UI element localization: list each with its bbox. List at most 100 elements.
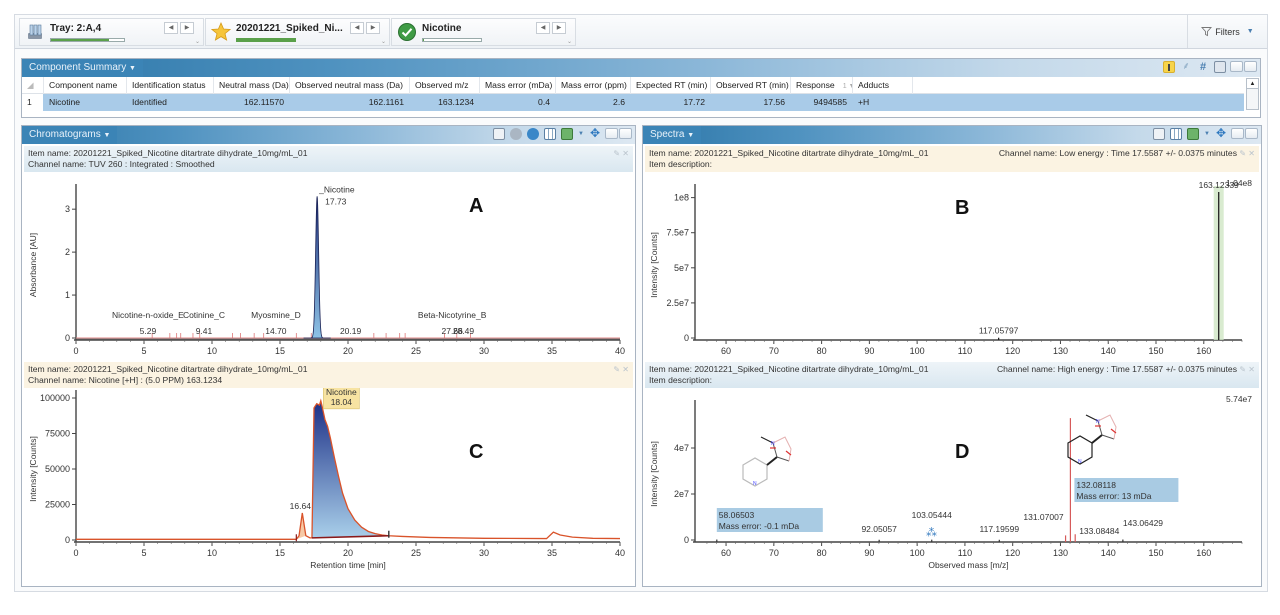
dropdown-caret-icon[interactable]: ⌄ xyxy=(195,38,200,45)
move-arrows-icon[interactable]: ✥ xyxy=(1215,127,1227,140)
copy-image-icon[interactable] xyxy=(561,128,574,140)
export-table-icon[interactable] xyxy=(1214,61,1226,73)
zoom-region-icon[interactable] xyxy=(493,128,506,140)
chevron-down-icon[interactable]: ▼ xyxy=(578,131,584,137)
next-button[interactable]: ▶ xyxy=(180,22,194,34)
overlay-icon[interactable] xyxy=(510,128,523,140)
table-row[interactable]: 1 Nicotine Identified 162.11570 162.1161 163.… xyxy=(22,94,1244,111)
sample-selector[interactable]: 20201221_Spiked_Ni... ◀ ▶ ⌄ xyxy=(205,18,390,46)
minimize-button[interactable] xyxy=(1230,61,1243,72)
peak-mz-label: 163.12339 xyxy=(1199,180,1239,190)
peak-mz-label: 132.08118 xyxy=(1076,480,1116,490)
previous-button[interactable]: ◀ xyxy=(164,22,178,34)
y-tick-label: 100000 xyxy=(40,393,70,403)
chromatogram-c-chart[interactable]: 0 5 10 15 20 25 30 35 40 0 25000 50000 75000 100000 In… xyxy=(24,388,634,584)
hash-icon[interactable]: # xyxy=(1197,61,1209,73)
next-button[interactable]: ▶ xyxy=(552,22,566,34)
chromatograms-title: Chromatograms xyxy=(29,129,101,140)
column-header[interactable]: Neutral mass (Da) xyxy=(214,77,290,94)
table-view-icon[interactable] xyxy=(1170,128,1183,140)
previous-button[interactable]: ◀ xyxy=(536,22,550,34)
peak-mz-label: 58.06503 xyxy=(719,510,755,520)
x-tick-label: 120 xyxy=(1005,346,1020,356)
chromatograms-tab[interactable]: Chromatograms ▼ xyxy=(22,126,118,144)
peak-label: _Nicotine xyxy=(318,184,355,194)
chromatograms-pane: Chromatograms ▼ ▼ ✥ Item name: 20201221_… xyxy=(21,125,636,587)
minimize-button[interactable] xyxy=(1231,128,1244,139)
x-tick-label: 60 xyxy=(721,548,731,558)
filters-button[interactable]: Filters ▼ xyxy=(1187,15,1267,48)
peak-mz-label: 131.07007 xyxy=(1023,512,1063,522)
x-axis-label: Observed mass [m/z] xyxy=(928,560,1008,570)
refresh-icon[interactable] xyxy=(527,128,540,140)
spectrum-d-info: Item name: 20201221_Spiked_Nicotine dita… xyxy=(645,362,1259,388)
peak-rt-label: 14.70 xyxy=(265,326,287,336)
table-view-icon[interactable] xyxy=(544,128,557,140)
column-header[interactable]: Identification status xyxy=(127,77,214,94)
column-header[interactable]: Expected RT (min) xyxy=(631,77,711,94)
column-header[interactable]: Mass error (ppm) xyxy=(556,77,631,94)
info-toggle-icon[interactable] xyxy=(1163,61,1175,73)
component-summary-tab[interactable]: Component Summary ▼ xyxy=(22,59,143,77)
svg-text:N: N xyxy=(1078,459,1082,465)
maximize-button[interactable] xyxy=(1245,128,1258,139)
peak-mz-label: 117.19599 xyxy=(980,524,1020,534)
vertical-scrollbar[interactable]: ▲ xyxy=(1246,78,1259,110)
table-cell: Identified xyxy=(127,94,214,111)
move-arrows-icon[interactable]: ✥ xyxy=(589,127,601,140)
column-header[interactable]: Adducts xyxy=(853,77,913,94)
sort-indicator-icon[interactable]: 1 ▼ xyxy=(843,83,852,90)
channel-name: Channel name: Low energy : Time 17.5587 … xyxy=(998,148,1237,158)
peak-rt-label: 9.41 xyxy=(196,326,213,336)
maximize-button[interactable] xyxy=(619,128,632,139)
svg-text:N: N xyxy=(771,441,775,447)
x-tick-label: 110 xyxy=(958,548,972,558)
component-progress-bar xyxy=(422,38,482,42)
copy-image-icon[interactable] xyxy=(1187,128,1200,140)
chromatogram-a-chart[interactable]: 0 5 10 15 20 25 30 35 40 0 1 2 3 Absorbance [AU] A _Nic… xyxy=(24,172,634,362)
spectrum-d-chart[interactable]: 60 70 80 90 100 110 120 130 140 150 160 0 2e7 4e7 Inte… xyxy=(645,388,1260,584)
component-selector[interactable]: Nicotine ◀ ▶ ⌄ xyxy=(391,18,576,46)
chromatogram-a-info: Item name: 20201221_Spiked_Nicotine dita… xyxy=(24,146,633,172)
select-all-corner[interactable]: ◢ xyxy=(22,77,44,94)
dropdown-caret-icon[interactable]: ⌄ xyxy=(381,38,386,45)
peak-rt-label: 5.29 xyxy=(140,326,157,336)
minimize-button[interactable] xyxy=(605,128,618,139)
x-tick-label: 90 xyxy=(864,548,874,558)
next-button[interactable]: ▶ xyxy=(366,22,380,34)
pin-close-icons[interactable]: ✎ ✕ xyxy=(613,148,629,159)
mass-error-label: Mass error: 13 mDa xyxy=(1076,491,1151,501)
y-tick-label: 75000 xyxy=(45,429,70,439)
tray-selector[interactable]: Tray: 2:A,4 ◀ ▶ ⌄ xyxy=(19,18,204,46)
dropdown-caret-icon[interactable]: ⌄ xyxy=(567,38,572,45)
pin-close-icons[interactable]: ✎ ✕ xyxy=(1239,148,1255,159)
navigation-toolbar: Tray: 2:A,4 ◀ ▶ ⌄ 20201221_Spiked_Ni... ◀… xyxy=(15,15,1267,49)
chevron-down-icon[interactable]: ▼ xyxy=(1204,131,1210,137)
panel-letter: A xyxy=(469,195,483,217)
spectrum-b-chart[interactable]: 60 70 80 90 100 110 120 130 140 150 160 0 2.5e7 5e7 7.… xyxy=(645,172,1260,362)
column-header[interactable]: Observed m/z xyxy=(410,77,480,94)
column-header[interactable]: Observed neutral mass (Da) xyxy=(290,77,410,94)
summary-table-header: ◢ Component name Identification status Neut… xyxy=(22,77,1244,94)
chevron-down-icon: ▼ xyxy=(1246,28,1254,35)
y-tick-label: 5e7 xyxy=(674,263,689,273)
y-tick-label: 0 xyxy=(684,535,689,545)
scroll-up-icon[interactable]: ▲ xyxy=(1247,79,1258,89)
maximize-button[interactable] xyxy=(1244,61,1257,72)
table-cell: 2.6 xyxy=(556,94,631,111)
previous-button[interactable]: ◀ xyxy=(350,22,364,34)
column-header[interactable]: Mass error (mDa) xyxy=(480,77,556,94)
pin-close-icons[interactable]: ✎ ✕ xyxy=(613,364,629,375)
table-cell: 17.56 xyxy=(711,94,791,111)
spectra-tab[interactable]: Spectra ▼ xyxy=(643,126,702,144)
link-icon[interactable]: ⸙ xyxy=(1180,61,1192,73)
tray-progress-bar xyxy=(50,38,125,42)
zoom-region-icon[interactable] xyxy=(1153,128,1166,140)
table-cell: 0.4 xyxy=(480,94,556,111)
pin-close-icons[interactable]: ✎ ✕ xyxy=(1239,364,1255,375)
column-header[interactable]: Observed RT (min) xyxy=(711,77,791,94)
column-header[interactable]: Response1 ▼ xyxy=(791,77,853,94)
svg-text:N: N xyxy=(1096,419,1100,425)
panel-letter: C xyxy=(469,441,483,463)
column-header[interactable]: Component name xyxy=(44,77,127,94)
